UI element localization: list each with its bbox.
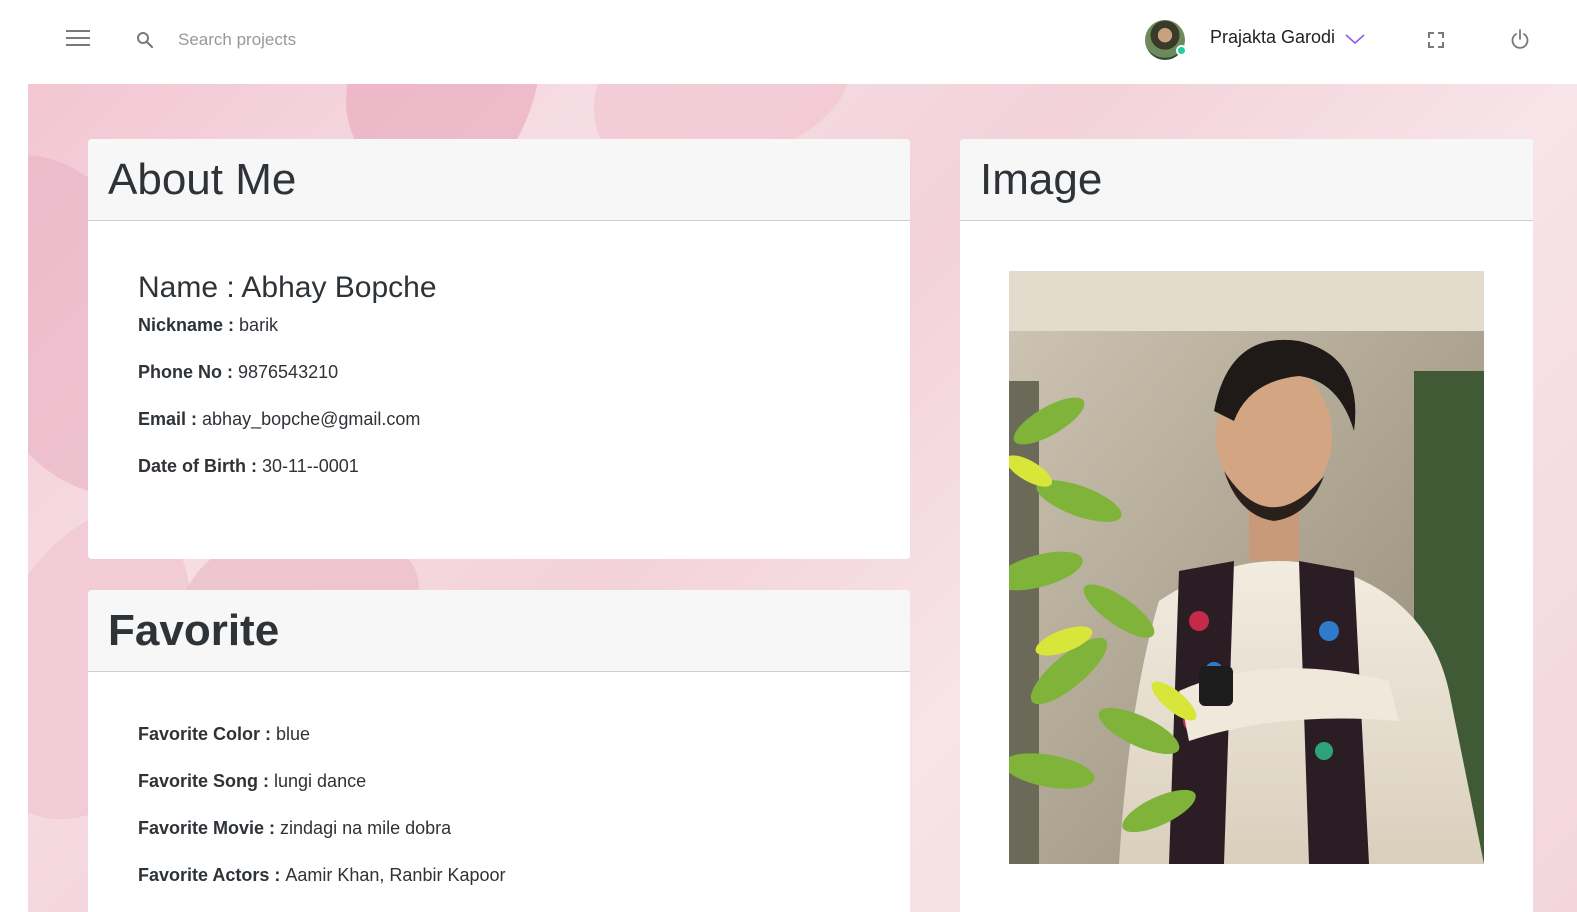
about-me-body: Name : Abhay Bopche Nickname : barik Pho… bbox=[88, 221, 910, 477]
field-label: Email : bbox=[138, 409, 203, 429]
field-label: Favorite Movie : bbox=[138, 818, 281, 838]
favorite-color-row: Favorite Color : blue bbox=[138, 724, 910, 745]
field-value: 9876543210 bbox=[238, 362, 339, 382]
favorite-title: Favorite bbox=[108, 605, 280, 655]
dob-row: Date of Birth : 30-11--0001 bbox=[138, 456, 910, 477]
search-icon bbox=[137, 32, 154, 49]
about-me-title: About Me bbox=[108, 154, 297, 204]
online-status-dot bbox=[1176, 45, 1187, 56]
field-value: abhay_bopche@gmail.com bbox=[202, 409, 421, 429]
content-background: About Me Name : Abhay Bopche Nickname : … bbox=[28, 84, 1577, 912]
favorite-song-row: Favorite Song : lungi dance bbox=[138, 771, 910, 792]
field-label: Favorite Actors : bbox=[138, 865, 286, 885]
power-icon[interactable] bbox=[1509, 28, 1531, 50]
fullscreen-icon[interactable] bbox=[1426, 30, 1446, 50]
name-line: Name : Abhay Bopche bbox=[138, 271, 910, 305]
field-label: Favorite Color : bbox=[138, 724, 277, 744]
field-label: Nickname : bbox=[138, 315, 240, 335]
field-value: zindagi na mile dobra bbox=[280, 818, 452, 838]
menu-icon[interactable] bbox=[66, 30, 92, 50]
avatar[interactable] bbox=[1145, 20, 1187, 60]
name-label: Name : bbox=[138, 271, 242, 304]
name-value: Abhay Bopche bbox=[241, 271, 437, 304]
about-me-header: About Me bbox=[88, 139, 910, 221]
phone-row: Phone No : 9876543210 bbox=[138, 362, 910, 383]
favorite-movie-row: Favorite Movie : zindagi na mile dobra bbox=[138, 818, 910, 839]
field-value: barik bbox=[239, 315, 279, 335]
image-card: Image bbox=[960, 139, 1533, 912]
field-value: blue bbox=[276, 724, 311, 744]
favorite-card: Favorite Favorite Color : blue Favorite … bbox=[88, 590, 910, 912]
profile-photo bbox=[1009, 271, 1484, 864]
about-me-card: About Me Name : Abhay Bopche Nickname : … bbox=[88, 139, 910, 559]
image-title: Image bbox=[980, 154, 1103, 204]
profile-photo-illustration bbox=[1009, 271, 1484, 864]
field-label: Favorite Song : bbox=[138, 771, 275, 791]
field-label: Phone No : bbox=[138, 362, 238, 382]
field-value: lungi dance bbox=[274, 771, 367, 791]
email-row: Email : abhay_bopche@gmail.com bbox=[138, 409, 910, 430]
top-navbar: Prajakta Garodi bbox=[0, 0, 1577, 84]
search-input[interactable] bbox=[170, 24, 470, 56]
field-label: Date of Birth : bbox=[138, 456, 262, 476]
nickname-row: Nickname : barik bbox=[138, 315, 910, 336]
user-name[interactable]: Prajakta Garodi bbox=[1210, 27, 1335, 48]
chevron-down-icon[interactable] bbox=[1344, 32, 1366, 46]
field-value: Aamir Khan, Ranbir Kapoor bbox=[285, 865, 506, 885]
favorite-actors-row: Favorite Actors : Aamir Khan, Ranbir Kap… bbox=[138, 865, 910, 886]
favorite-body: Favorite Color : blue Favorite Song : lu… bbox=[88, 672, 910, 886]
image-header: Image bbox=[960, 139, 1533, 221]
favorite-header: Favorite bbox=[88, 590, 910, 672]
field-value: 30-11--0001 bbox=[262, 456, 359, 476]
